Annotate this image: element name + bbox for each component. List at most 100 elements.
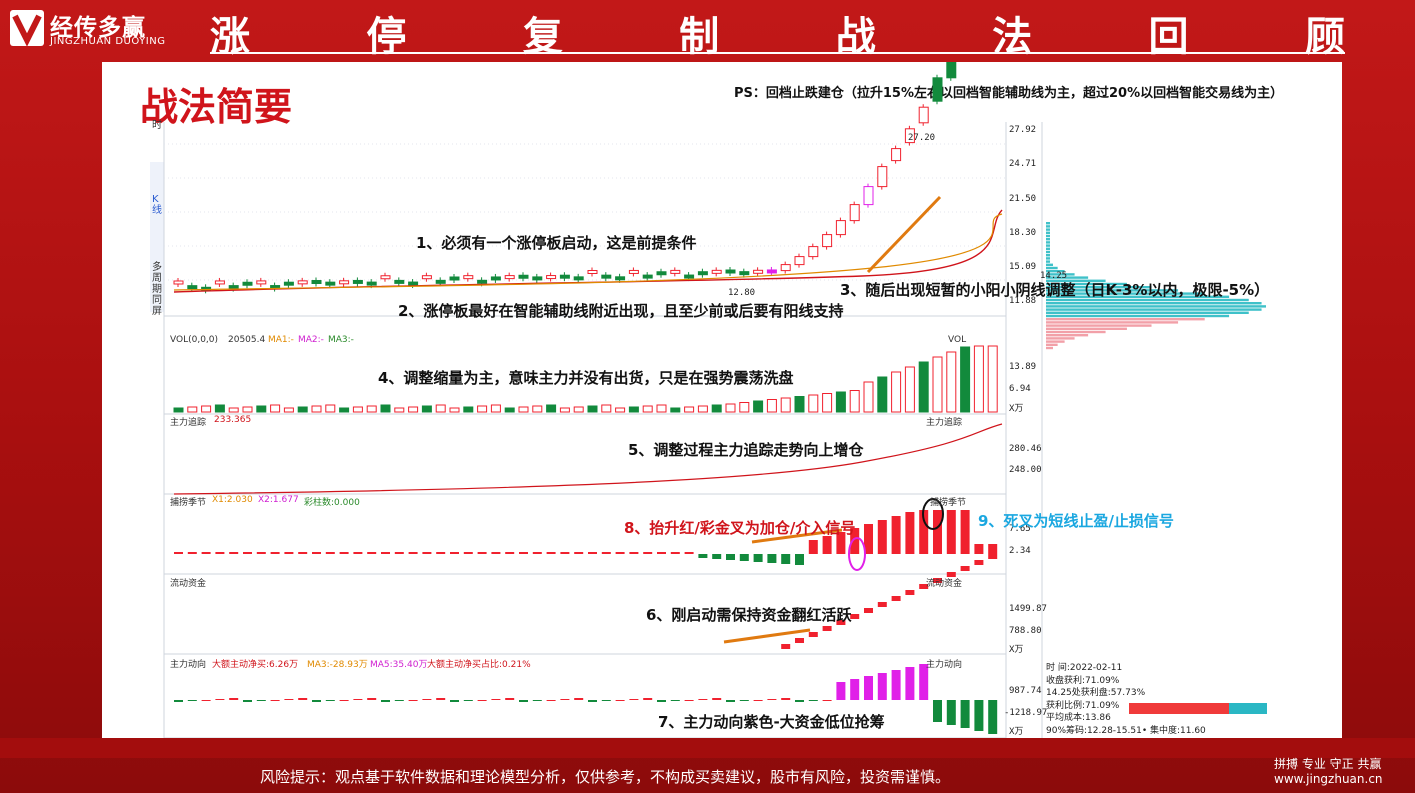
liquid-step [850, 614, 860, 619]
annotation-2: 2、涨停板最好在智能辅助线附近出现，且至少前或后要有阳线支持 [398, 302, 844, 320]
direction-bar [684, 700, 694, 701]
brand-slogan: 拼搏 专业 守正 共赢 [1274, 757, 1382, 771]
direction-bar [739, 700, 749, 701]
high-price-mark: 27.20 [908, 133, 936, 143]
candle-body [739, 271, 750, 276]
direction-bar [339, 700, 349, 701]
volume-bar [987, 345, 998, 413]
direction-bar [670, 700, 680, 701]
chip-bar [1046, 266, 1058, 270]
info-profit: 收盘获利:71.09% [1046, 675, 1120, 686]
direction-bar [381, 700, 390, 702]
season-bar [657, 552, 666, 554]
title-char: 涨 [210, 14, 250, 60]
season-bar [767, 554, 777, 563]
direction-bar [574, 698, 584, 700]
direction-bar [615, 700, 625, 701]
volume-bar [587, 405, 598, 413]
candle-body [725, 269, 736, 274]
volume-bar [228, 407, 239, 413]
direction-bar [726, 700, 735, 702]
volume-bar [214, 404, 225, 413]
chip-bar [1046, 250, 1050, 254]
direction-bar [643, 698, 653, 700]
volume-bar [270, 404, 281, 413]
volume-bar [684, 406, 695, 413]
volume-bar [932, 356, 943, 413]
volume-bar [559, 407, 570, 413]
chip-bar [1046, 225, 1050, 228]
liquid-step [795, 638, 804, 643]
candle-body [573, 276, 584, 281]
brand-website[interactable]: www.jingzhuan.cn [1274, 772, 1383, 786]
title-char: 顾 [1304, 14, 1345, 60]
volume-bar [339, 407, 350, 413]
candle-body [615, 276, 626, 281]
title-underline [210, 52, 1345, 54]
volume-bar [904, 366, 915, 413]
price-tick: 21.50 [1009, 194, 1037, 204]
direction-bar [325, 700, 335, 701]
liquid-title: 流动资金 [170, 579, 207, 589]
volume-bar [960, 346, 971, 413]
price-tick: 18.30 [1009, 228, 1037, 238]
volume-bar [753, 400, 764, 413]
candle-body [256, 280, 267, 285]
candle-body [849, 204, 860, 222]
season-bar [574, 552, 584, 554]
season-bar [408, 552, 418, 554]
season-tag[interactable]: 捕捞季节 [930, 495, 966, 508]
season-bar [450, 552, 459, 554]
volume-bar [877, 376, 888, 413]
candle-body [835, 220, 846, 236]
volume-bar [394, 407, 405, 413]
direction-tag[interactable]: 主力动向 [926, 657, 962, 670]
content-panel: 战法简要 PS：回档止跌建仓（拉升15%左右以回档智能辅助线为主，超过20%以回… [102, 62, 1342, 738]
volume-bar [366, 405, 377, 413]
volume-bar [670, 407, 681, 413]
annotation-1: 1、必须有一个涨停板启动，这是前提条件 [416, 234, 697, 252]
vol-unit: X万 [1009, 404, 1024, 414]
trace-tag[interactable]: 主力追踪 [926, 415, 962, 428]
direction-bar [450, 700, 459, 702]
season-bar [891, 516, 901, 554]
candle-body [628, 269, 639, 274]
season-x2: X2:1.677 [258, 495, 299, 505]
title-char: 法 [992, 14, 1033, 60]
volume-bar [504, 407, 515, 413]
candle-body [366, 281, 377, 286]
direction-bar [270, 700, 280, 701]
annotation-7: 7、主力动向紫色-大资金低位抢筹 [658, 713, 885, 731]
direction-bar [808, 700, 818, 701]
direction-bar [588, 700, 597, 702]
chip-bar [1046, 305, 1266, 308]
chip-bar [1046, 321, 1179, 324]
chip-bar [1046, 260, 1051, 263]
volume-bar [615, 407, 626, 413]
liquid-step [891, 596, 901, 601]
price-tick: 24.71 [1009, 159, 1037, 169]
candle-body [504, 275, 515, 280]
direction-bar [491, 699, 501, 700]
title-char: 复 [522, 14, 563, 60]
candle-body [877, 166, 888, 188]
direction-bar [367, 698, 377, 700]
direction-bar [298, 698, 308, 700]
volume-bar [449, 407, 460, 413]
volume-bar [835, 391, 846, 413]
direction-bar [657, 700, 666, 702]
risk-disclaimer: 风险提示：观点基于软件数据和理论模型分析，仅供参考，不构成买卖建议，股市有风险，… [260, 768, 951, 786]
season-title: 捕捞季节 [170, 498, 207, 508]
season-bar [312, 552, 321, 554]
season-bar [974, 544, 984, 554]
volume-bar [518, 406, 529, 413]
volume-bar [725, 403, 736, 413]
chip-bar [1046, 318, 1205, 321]
volume-bar [973, 345, 984, 413]
vol-tag[interactable]: VOL [948, 335, 966, 345]
candle-body [918, 106, 929, 124]
trace-title: 主力追踪 [170, 418, 207, 428]
stock-chart[interactable] [102, 62, 1342, 738]
liquid-tag[interactable]: 流动资金 [926, 576, 962, 589]
direction-bar [601, 700, 611, 701]
